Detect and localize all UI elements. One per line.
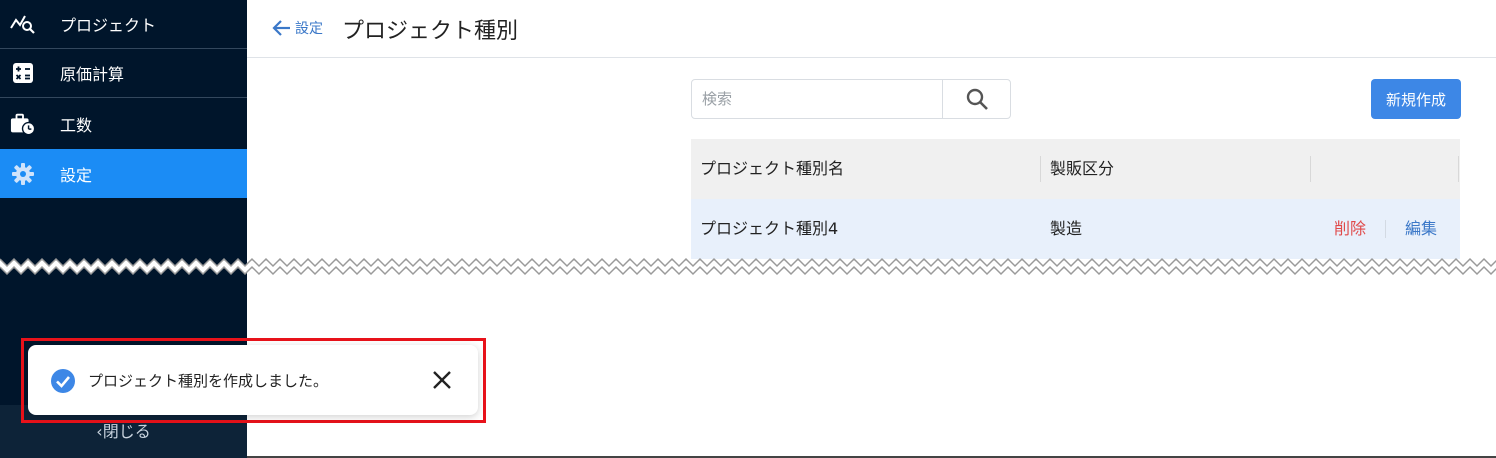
delete-link[interactable]: 削除 (1334, 199, 1366, 259)
check-circle-icon (51, 369, 75, 393)
cell-name: プロジェクト種別4 (700, 219, 839, 238)
column-divider (1458, 156, 1459, 182)
back-link-label: 設定 (295, 21, 323, 37)
chart-search-icon (10, 11, 36, 37)
arrow-left-icon (272, 20, 290, 36)
column-divider (1040, 156, 1041, 182)
sidebar-item-settings[interactable]: 設定 (0, 149, 247, 198)
sidebar-item-label: 原価計算 (60, 65, 125, 84)
close-icon[interactable] (431, 369, 453, 391)
column-header-category[interactable]: 製販区分 (1050, 139, 1114, 199)
column-header-name[interactable]: プロジェクト種別名 (700, 139, 844, 199)
page-header: 設定 プロジェクト種別 (247, 0, 1496, 58)
new-button[interactable]: 新規作成 (1371, 79, 1461, 119)
page-title: プロジェクト種別 (342, 19, 519, 44)
cell-category: 製造 (1050, 219, 1083, 238)
sidebar-item-label: 設定 (60, 165, 93, 185)
calculator-icon (10, 60, 36, 86)
briefcase-clock-icon (10, 111, 36, 137)
sidebar-item-project[interactable]: プロジェクト (0, 0, 247, 49)
column-divider (1310, 156, 1311, 182)
search-button[interactable] (942, 80, 1010, 118)
search-icon (966, 88, 988, 110)
project-type-table: プロジェクト種別名 製販区分 プロジェクト種別4 製造 削除 編集 (691, 139, 1460, 259)
table-row[interactable]: プロジェクト種別4 製造 削除 編集 (691, 199, 1460, 259)
sidebar-item-label: 工数 (60, 115, 93, 135)
gear-icon (10, 161, 36, 187)
sidebar-item-cost[interactable]: 原価計算 (0, 49, 247, 98)
edit-link[interactable]: 編集 (1405, 199, 1437, 259)
toast-message: プロジェクト種別を作成しました。 (88, 372, 329, 390)
sidebar-item-workhours[interactable]: 工数 (0, 99, 247, 148)
back-link[interactable]: 設定 (272, 18, 323, 38)
table-header: プロジェクト種別名 製販区分 (691, 139, 1460, 199)
search-input[interactable] (692, 80, 942, 118)
search-box (691, 79, 1011, 119)
toast-notification: プロジェクト種別を作成しました。 (28, 345, 478, 415)
zigzag-divider (0, 257, 1496, 276)
action-divider (1385, 220, 1386, 238)
sidebar-item-label: プロジェクト (60, 16, 157, 35)
